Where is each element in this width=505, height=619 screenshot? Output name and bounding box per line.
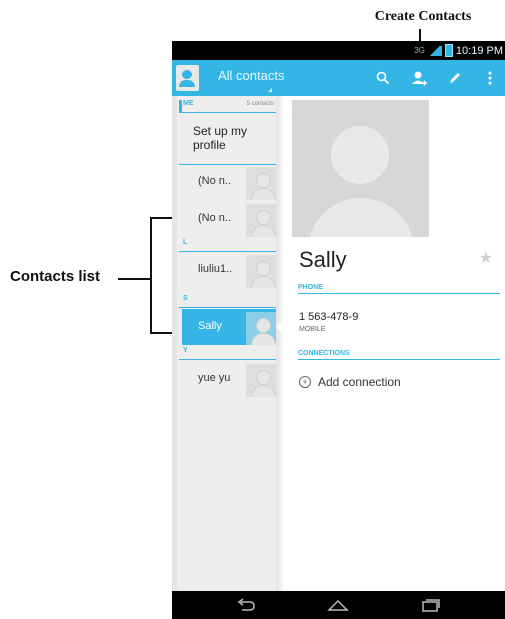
photo-head-shape xyxy=(331,126,389,184)
contacts-list-bracket-vertical xyxy=(150,217,152,334)
contact-row[interactable]: (No n.. xyxy=(182,164,279,200)
contact-avatar xyxy=(246,167,279,200)
phone-section-header: PHONE xyxy=(298,284,500,294)
add-contact-button[interactable] xyxy=(407,66,431,90)
phone-type: MOBILE xyxy=(299,326,326,333)
overflow-menu-icon xyxy=(488,71,492,85)
section-header-y: Y xyxy=(179,347,278,360)
phone-screen: 3G 10:19 PM All contacts ME 5 contacts S… xyxy=(172,41,505,619)
network-type-label: 3G xyxy=(414,46,425,55)
add-connection-button[interactable]: Add connection xyxy=(318,375,401,389)
contact-detail-name: Sally xyxy=(299,247,347,272)
home-icon xyxy=(327,599,349,611)
section-header-l: L xyxy=(179,239,278,252)
contact-avatar xyxy=(246,364,279,397)
favorite-star-icon[interactable]: ★ xyxy=(479,248,493,268)
contact-row[interactable]: (No n.. xyxy=(182,201,279,237)
contact-avatar xyxy=(246,204,279,237)
contacts-list-callout: Contacts list xyxy=(10,268,101,285)
contact-row-selected[interactable]: Sally xyxy=(182,309,279,345)
me-indicator xyxy=(179,100,182,112)
contact-row[interactable]: liuliu1.. xyxy=(182,252,279,288)
contact-detail: Sally ★ PHONE 1 563-478-9 MOBILE CONNECT… xyxy=(283,96,505,591)
action-bar: All contacts xyxy=(172,60,505,96)
back-icon xyxy=(237,598,255,611)
contacts-list-callout-line xyxy=(118,278,150,280)
contact-photo[interactable] xyxy=(292,100,429,237)
home-button[interactable] xyxy=(324,596,352,614)
status-bar: 3G 10:19 PM xyxy=(172,41,505,60)
connections-section-header: CONNECTIONS xyxy=(298,350,500,360)
recent-apps-button[interactable] xyxy=(417,596,445,614)
recent-apps-icon xyxy=(422,599,440,612)
edit-icon xyxy=(450,73,460,83)
contact-name: yue yu xyxy=(198,372,231,384)
photo-body-shape xyxy=(308,198,414,237)
overflow-menu-button[interactable] xyxy=(478,66,502,90)
contact-name: liuliu1.. xyxy=(198,263,233,275)
contacts-filter-spinner[interactable]: All contacts xyxy=(218,68,284,83)
contact-avatar xyxy=(246,255,279,288)
spinner-caret-icon xyxy=(268,88,272,92)
signal-icon xyxy=(427,45,442,56)
edit-button[interactable] xyxy=(443,66,467,90)
app-contacts-icon[interactable] xyxy=(176,65,199,91)
me-contact-count: 5 contacts xyxy=(246,101,274,107)
section-header-s: S xyxy=(179,295,278,308)
create-contacts-callout: Create Contacts xyxy=(374,9,472,24)
contact-row[interactable]: yue yu xyxy=(182,361,279,397)
pane-divider xyxy=(276,96,283,591)
battery-icon xyxy=(444,44,453,57)
set-up-profile-item[interactable]: Set up my profile xyxy=(193,124,283,152)
back-button[interactable] xyxy=(232,596,260,614)
navigation-bar xyxy=(172,591,505,619)
phone-number[interactable]: 1 563-478-9 xyxy=(299,311,358,323)
clock: 10:19 PM xyxy=(455,44,503,57)
search-icon xyxy=(376,71,390,85)
add-circle-icon[interactable]: + xyxy=(299,376,311,388)
search-button[interactable] xyxy=(371,66,395,90)
me-header-label: ME xyxy=(183,100,194,107)
contact-name: (No n.. xyxy=(198,175,232,187)
selection-pointer xyxy=(276,318,285,336)
add-contact-icon xyxy=(412,71,427,86)
contact-name: (No n.. xyxy=(198,212,232,224)
contacts-list: ME 5 contacts Set up my profile (No n.. … xyxy=(177,96,283,591)
me-section-header: ME 5 contacts xyxy=(179,100,278,113)
contact-name: Sally xyxy=(198,320,222,332)
contact-avatar xyxy=(246,312,279,345)
